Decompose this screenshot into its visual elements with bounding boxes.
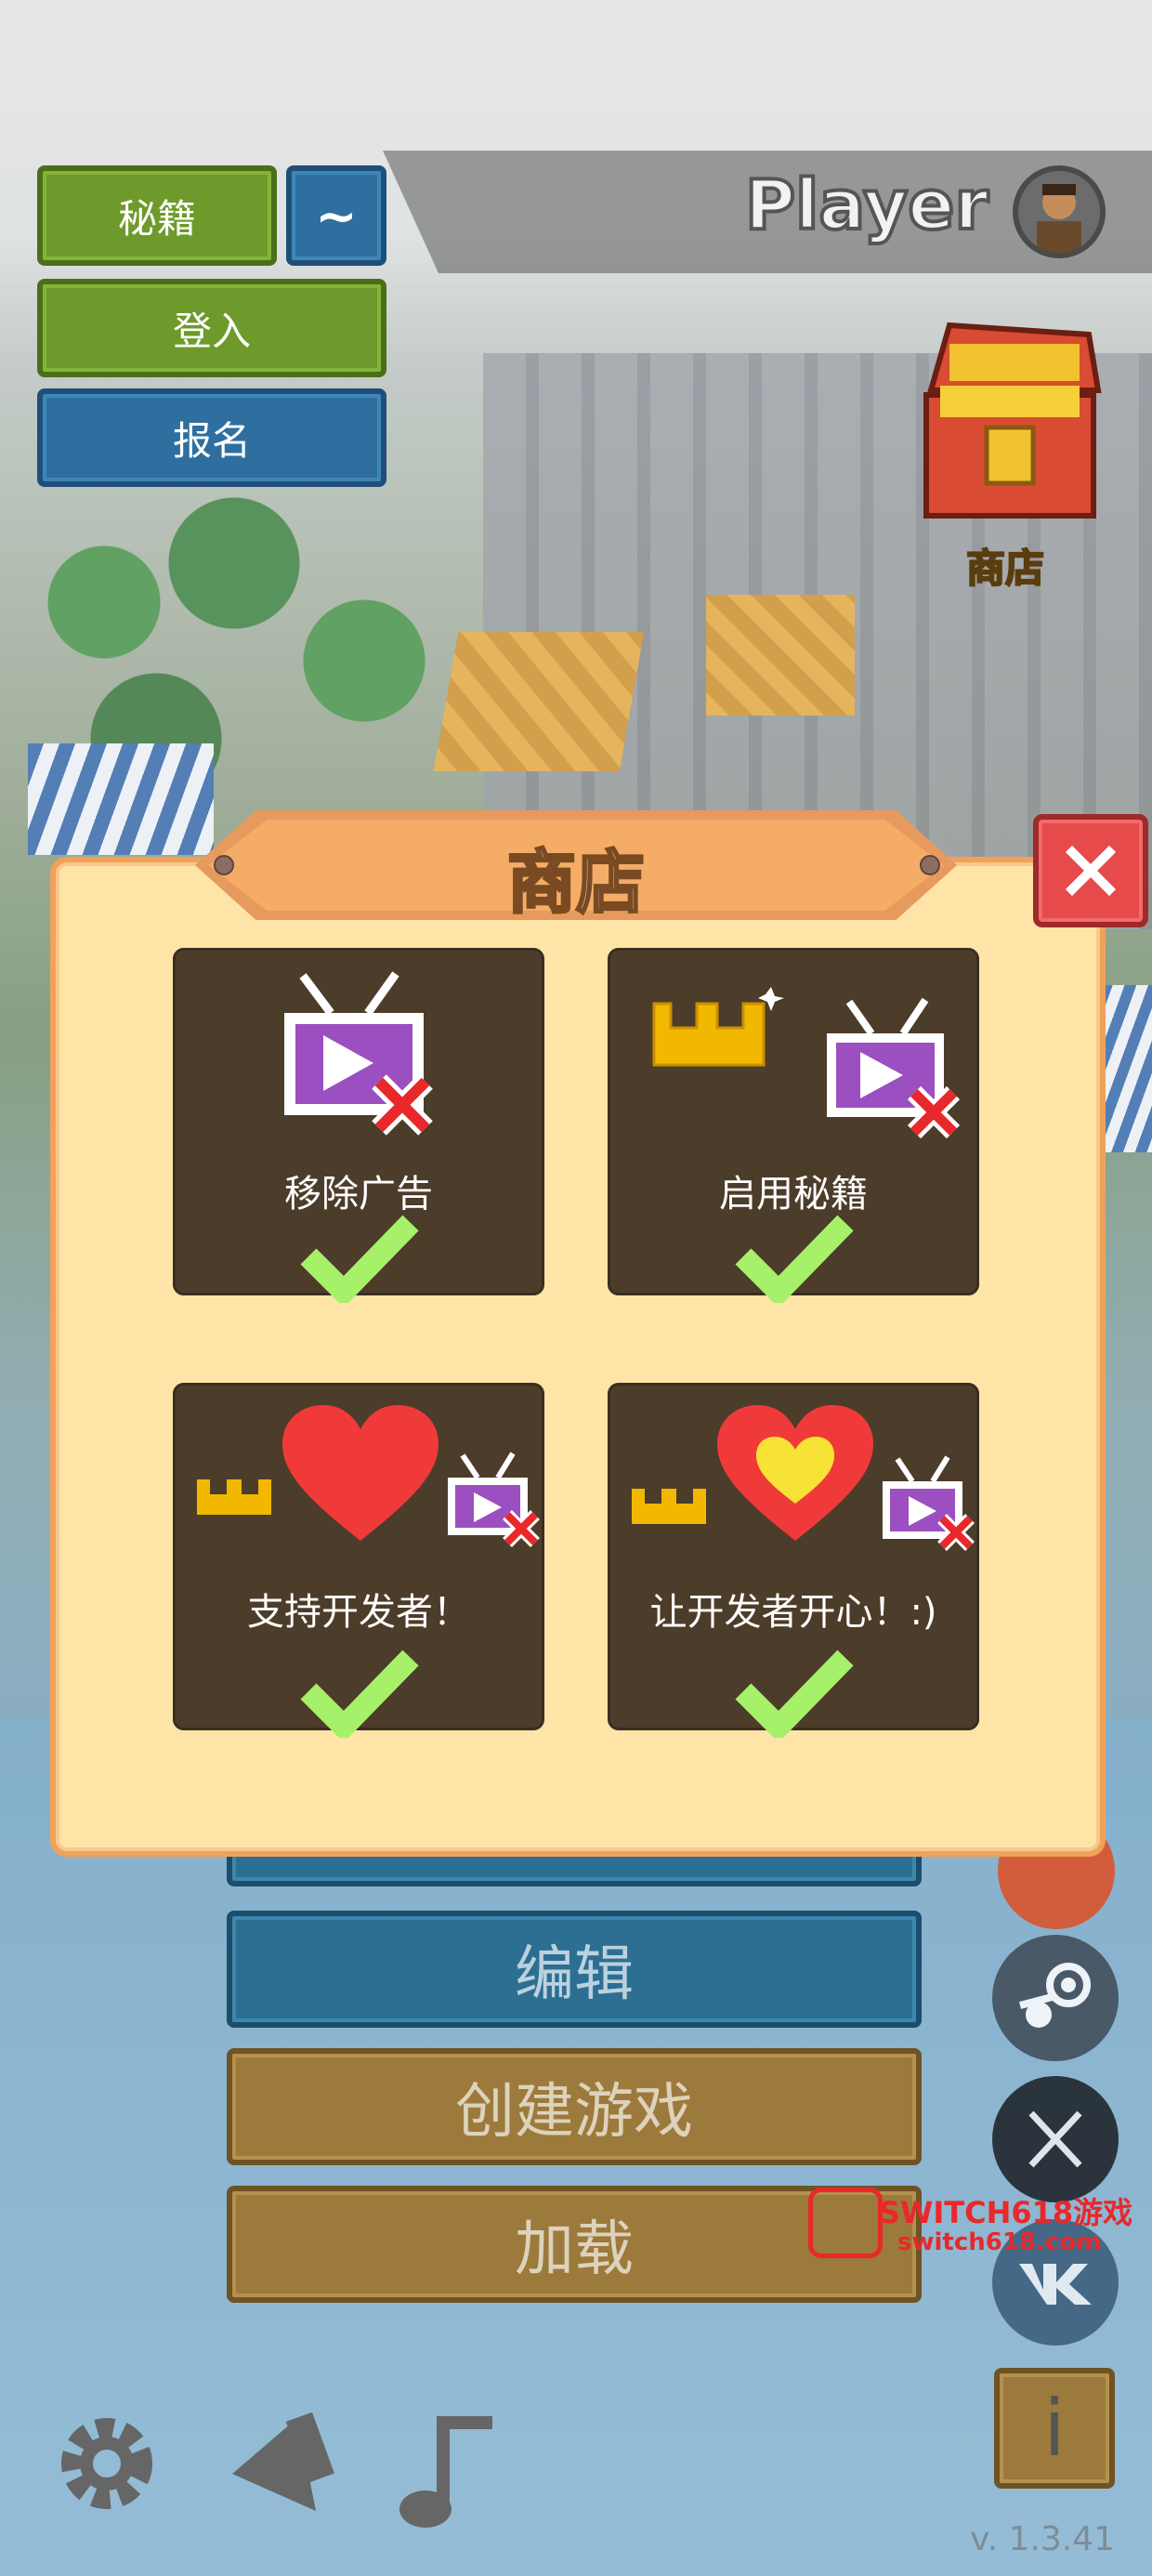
version-label: v. 1.3.41	[970, 2520, 1115, 2558]
music-icon[interactable]	[390, 2412, 502, 2533]
product-support-developer[interactable]: 支持开发者！	[173, 1383, 544, 1738]
info-button[interactable]: i	[994, 2368, 1115, 2489]
tv-crossed-icon	[448, 1452, 540, 1547]
console-toggle-button[interactable]: ~	[286, 165, 386, 266]
close-icon	[1065, 845, 1117, 897]
tv-crossed-icon	[284, 971, 433, 1136]
heart-icon	[717, 1405, 873, 1541]
create-game-button-label: 创建游戏	[455, 2078, 693, 2147]
checkmark-icon	[735, 1649, 854, 1738]
load-button-label: 加载	[515, 2215, 634, 2284]
product-enable-cheats[interactable]: 启用秘籍	[608, 948, 979, 1303]
avatar[interactable]	[1013, 165, 1106, 258]
x-icon[interactable]	[992, 2076, 1119, 2202]
create-game-button[interactable]: 创建游戏	[227, 2048, 922, 2165]
player-name[interactable]: Player	[743, 164, 990, 247]
crown-icon	[197, 1479, 271, 1515]
shop-shortcut-label[interactable]: 商店	[965, 537, 1045, 594]
crown-icon	[652, 987, 784, 1067]
modal-title: 商店	[506, 842, 647, 925]
close-button[interactable]	[1033, 814, 1148, 927]
treasure-chest-icon[interactable]	[912, 307, 1107, 520]
switch-logo-icon	[808, 2188, 883, 2258]
tv-crossed-icon	[827, 997, 961, 1139]
signup-button-label: 报名	[172, 417, 251, 464]
steam-icon[interactable]	[992, 1935, 1119, 2061]
watermark-line2: switch618.com	[897, 2228, 1102, 2256]
cheats-button-label: 秘籍	[117, 195, 196, 242]
console-toggle-label: ~	[315, 186, 358, 245]
sound-icon[interactable]	[214, 2409, 344, 2530]
edit-button[interactable]: 编辑	[227, 1911, 922, 2028]
watermark-line1: SWITCH618游戏	[879, 2195, 1133, 2230]
gear-icon[interactable]	[46, 2403, 167, 2524]
tv-crossed-icon	[883, 1455, 975, 1551]
login-button[interactable]: 登入	[37, 279, 386, 377]
cheats-button[interactable]: 秘籍	[37, 165, 277, 266]
info-button-label: i	[1043, 2383, 1066, 2474]
login-button-label: 登入	[172, 308, 251, 354]
checkmark-icon	[735, 1215, 854, 1303]
product-remove-ads[interactable]: 移除广告	[173, 948, 544, 1303]
crown-icon	[632, 1489, 706, 1524]
product-label: 支持开发者！	[247, 1591, 470, 1634]
edit-button-label: 编辑	[515, 1940, 634, 2009]
product-make-developer-happy[interactable]: 让开发者开心！:)	[608, 1383, 979, 1738]
checkmark-icon	[300, 1215, 419, 1303]
product-label: 让开发者开心！:)	[649, 1591, 937, 1634]
heart-icon	[282, 1405, 439, 1541]
signup-button[interactable]: 报名	[37, 388, 386, 487]
checkmark-icon	[300, 1649, 419, 1738]
